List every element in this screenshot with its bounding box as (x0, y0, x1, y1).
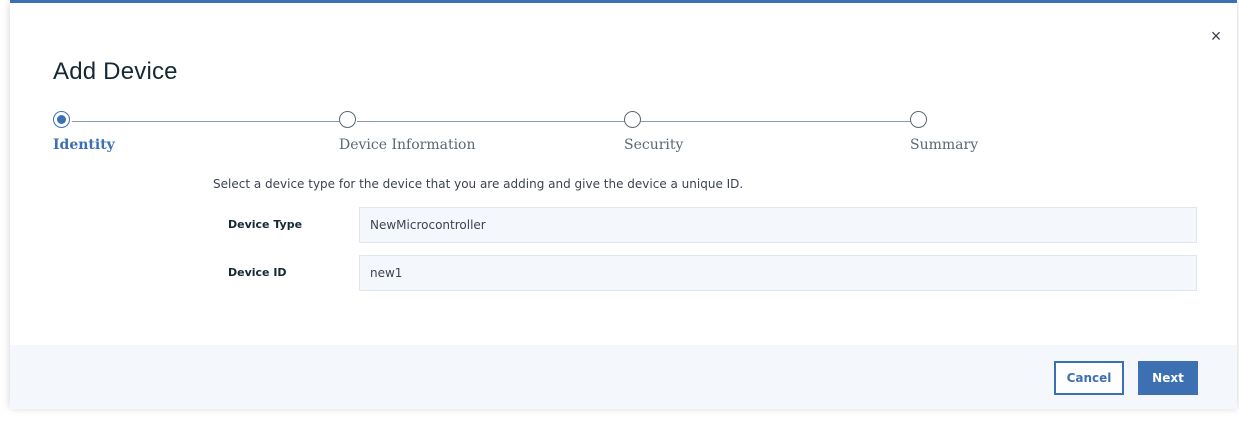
step-identity-label: Identity (53, 137, 115, 153)
dialog-footer: Cancel Next (10, 345, 1237, 409)
device-id-input[interactable] (359, 255, 1197, 291)
step-security-indicator (624, 111, 641, 128)
step-identity-indicator (53, 111, 70, 128)
step-summary-indicator (910, 111, 927, 128)
step-connector (640, 121, 914, 122)
dialog-title: Add Device (53, 58, 178, 85)
step-device-information-indicator (339, 111, 356, 128)
step-device-information-label: Device Information (339, 137, 476, 153)
close-icon[interactable]: × (1206, 26, 1226, 46)
device-type-input[interactable] (359, 207, 1197, 243)
progress-stepper: Identity Device Information Security Sum… (10, 110, 1237, 160)
next-button[interactable]: Next (1138, 361, 1198, 395)
device-id-label: Device ID (228, 266, 287, 279)
step-summary-label: Summary (910, 137, 979, 153)
add-device-dialog: × Add Device Identity Device Information… (10, 0, 1237, 409)
cancel-button[interactable]: Cancel (1054, 361, 1124, 395)
device-type-label: Device Type (228, 218, 303, 231)
step-security-label: Security (624, 137, 684, 153)
step-connector (72, 121, 346, 122)
step-connector (357, 121, 629, 122)
form-description: Select a device type for the device that… (213, 177, 744, 191)
